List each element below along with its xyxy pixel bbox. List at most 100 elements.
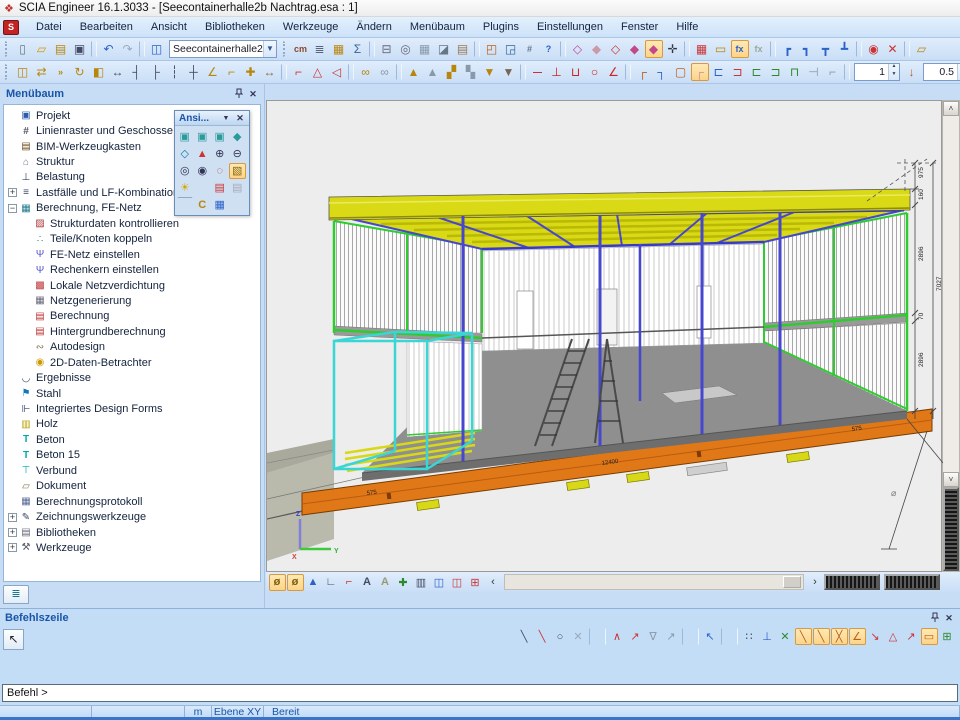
project-browser-icon[interactable]: ◫ bbox=[148, 40, 166, 58]
snap-extension-icon[interactable]: ↗ bbox=[903, 628, 920, 645]
load-panel-icon[interactable]: ⊓ bbox=[786, 63, 804, 81]
render-mode-icon[interactable]: ø bbox=[269, 574, 286, 591]
subregion-icon[interactable]: ┌ bbox=[691, 63, 709, 81]
tree-item-zeichnungswerkzeuge[interactable]: + ✎ Zeichnungswerkzeuge bbox=[6, 509, 260, 524]
close-icon[interactable]: ✕ bbox=[246, 88, 260, 101]
tracking-mode-icon[interactable]: ⊞ bbox=[939, 628, 956, 645]
wall-icon[interactable]: ⊐ bbox=[729, 63, 747, 81]
draw-perpendicular-icon[interactable]: ⊥ bbox=[548, 63, 566, 81]
close-icon[interactable]: ✕ bbox=[942, 612, 956, 625]
new-document-icon[interactable]: ▯ bbox=[14, 40, 32, 58]
window-view-1-icon[interactable]: ◫ bbox=[431, 574, 448, 591]
snap-spline-icon[interactable]: ↗ bbox=[663, 628, 680, 645]
ansicht-palette-header[interactable]: Ansi... ▼ ✕ bbox=[175, 111, 249, 126]
snap-circle-icon[interactable]: ○ bbox=[552, 628, 569, 645]
menu-bibliotheken[interactable]: Bibliotheken bbox=[196, 18, 274, 36]
tree-item-beton-15[interactable]: T Beton 15 bbox=[6, 448, 260, 463]
save-icon[interactable]: ▣ bbox=[71, 40, 89, 58]
extend-member-icon[interactable]: ├ bbox=[147, 63, 165, 81]
zoom-document-icon[interactable]: ◲ bbox=[502, 40, 520, 58]
shell-icon[interactable]: ⊏ bbox=[748, 63, 766, 81]
free-edge-icon[interactable]: ⊣ bbox=[805, 63, 823, 81]
join-member-icon[interactable]: ┼ bbox=[185, 63, 203, 81]
tree-item-stahl[interactable]: ⚑ Stahl bbox=[6, 386, 260, 401]
haunch-icon[interactable]: ┌ bbox=[634, 63, 652, 81]
check-structure-nodes-icon[interactable]: △ bbox=[309, 63, 327, 81]
save-view-icon[interactable]: ▤ bbox=[212, 180, 229, 196]
show-levels-icon[interactable]: ⌐ bbox=[341, 574, 358, 591]
pin-icon[interactable] bbox=[232, 88, 246, 101]
distribute-nodes-icon[interactable]: ▼ bbox=[500, 63, 518, 81]
measure-icon[interactable]: # bbox=[521, 40, 539, 58]
tree-item-rechenkern[interactable]: Ψ Rechenkern einstellen bbox=[20, 262, 260, 277]
menu-bearbeiten[interactable]: Bearbeiten bbox=[71, 18, 142, 36]
panel-icon[interactable]: ⊐ bbox=[767, 63, 785, 81]
tree-item-teile-knoten[interactable]: ∴ Teile/Knoten koppeln bbox=[20, 232, 260, 247]
tree-item-strukturdaten[interactable]: ▨ Strukturdaten kontrollieren bbox=[20, 216, 260, 231]
save-all-icon[interactable]: ▤ bbox=[52, 40, 70, 58]
export-folder-icon[interactable]: ▱ bbox=[913, 40, 931, 58]
draw-angle-icon[interactable]: ∠ bbox=[605, 63, 623, 81]
ortho-mode-icon[interactable]: ✕ bbox=[777, 628, 794, 645]
scale-loads-icon[interactable]: ↓ bbox=[903, 63, 921, 81]
scroll-up-icon[interactable]: ˄ bbox=[943, 101, 959, 116]
snap-node-tool-icon[interactable]: ✚ bbox=[242, 63, 260, 81]
surface-mode-icon[interactable]: ø bbox=[287, 574, 304, 591]
unlink-icon[interactable]: ┻ bbox=[836, 40, 854, 58]
rotation-slider-horizontal-2[interactable] bbox=[884, 574, 940, 590]
light-icon[interactable]: ☀ bbox=[177, 180, 194, 196]
tree-item-autodesign[interactable]: ∾ Autodesign bbox=[20, 340, 260, 355]
snap-node-icon[interactable]: ╲ bbox=[813, 628, 830, 645]
select-previous-icon[interactable]: ◆ bbox=[588, 40, 606, 58]
tree-item-werkzeuge[interactable]: + ⚒ Werkzeuge bbox=[6, 540, 260, 555]
tree-item-beton[interactable]: T Beton bbox=[6, 432, 260, 447]
merge-nodes-icon[interactable]: ▞ bbox=[443, 63, 461, 81]
scroll-left-icon[interactable]: ‹ bbox=[485, 574, 502, 591]
clipping-cube-icon[interactable]: ◇ bbox=[177, 146, 194, 162]
autorecalc-on-icon[interactable]: fx bbox=[731, 40, 749, 58]
snap-vertex-icon[interactable]: ∧ bbox=[609, 628, 626, 645]
vscroll-track[interactable] bbox=[943, 116, 959, 472]
snap-endpoint-icon[interactable]: ╲ bbox=[534, 628, 551, 645]
select-by-property-icon[interactable]: ◇ bbox=[569, 40, 587, 58]
select-cursor-button[interactable]: ↖ bbox=[3, 629, 24, 650]
weld-icon[interactable]: ∞ bbox=[357, 63, 375, 81]
tree-item-berechnungsprotokoll[interactable]: ▦ Berechnungsprotokoll bbox=[6, 494, 260, 509]
plate-rib-icon[interactable]: ┐ bbox=[653, 63, 671, 81]
line-grid-icon[interactable]: ⊥ bbox=[759, 628, 776, 645]
clipboard-copy-icon[interactable]: ◰ bbox=[483, 40, 501, 58]
render-settings-icon[interactable]: ✚ bbox=[395, 574, 412, 591]
copy-properties-icon[interactable]: cm bbox=[292, 40, 310, 58]
tree-expander[interactable]: + bbox=[8, 528, 17, 537]
snap-line-icon[interactable]: ╲ bbox=[516, 628, 533, 645]
trim-member-icon[interactable]: ┤ bbox=[128, 63, 146, 81]
results-lock-icon[interactable]: ▦ bbox=[693, 40, 711, 58]
zoom-selection-icon[interactable]: ◌ bbox=[212, 163, 229, 179]
dot-grid-icon[interactable]: ∷ bbox=[741, 628, 758, 645]
rotation-slider-horizontal-1[interactable] bbox=[824, 574, 880, 590]
tree-expander[interactable]: + bbox=[8, 188, 17, 197]
chevron-down-icon[interactable]: ▼ bbox=[219, 112, 233, 125]
connect-members-icon[interactable]: ┏ bbox=[779, 40, 797, 58]
show-supports-icon[interactable]: ∟ bbox=[323, 574, 340, 591]
clean-results-icon[interactable]: ▭ bbox=[712, 40, 730, 58]
cross-link-icon[interactable]: ┳ bbox=[817, 40, 835, 58]
zoom-out-icon[interactable]: ⊖ bbox=[229, 146, 246, 162]
erase-icon[interactable]: ✕ bbox=[884, 40, 902, 58]
snap-off-icon[interactable]: ✕ bbox=[570, 628, 587, 645]
menubaum-dock-tab[interactable]: ≣ bbox=[3, 585, 29, 604]
mirror-member-icon[interactable]: ◧ bbox=[90, 63, 108, 81]
open-project-icon[interactable]: ▱ bbox=[33, 40, 51, 58]
tree-item-netzverdichtung[interactable]: ▩ Lokale Netzverdichtung bbox=[20, 278, 260, 293]
tree-item-netzgenerierung[interactable]: ▦ Netzgenerierung bbox=[20, 293, 260, 308]
tree-item-2d-daten[interactable]: ◉ 2D-Daten-Betrachter bbox=[20, 355, 260, 370]
split-node-icon[interactable]: ▚ bbox=[462, 63, 480, 81]
select-all-icon[interactable]: ◆ bbox=[645, 40, 663, 58]
menu-werkzeuge[interactable]: Werkzeuge bbox=[274, 18, 347, 36]
break-member-icon[interactable]: ┆ bbox=[166, 63, 184, 81]
tree-expander[interactable]: + bbox=[8, 513, 17, 522]
labels-on-icon[interactable]: A bbox=[359, 574, 376, 591]
tree-item-ergebnisse[interactable]: ◡ Ergebnisse bbox=[6, 370, 260, 385]
rotation-slider-vertical[interactable] bbox=[943, 487, 959, 571]
print-preview-icon[interactable]: ◎ bbox=[397, 40, 415, 58]
